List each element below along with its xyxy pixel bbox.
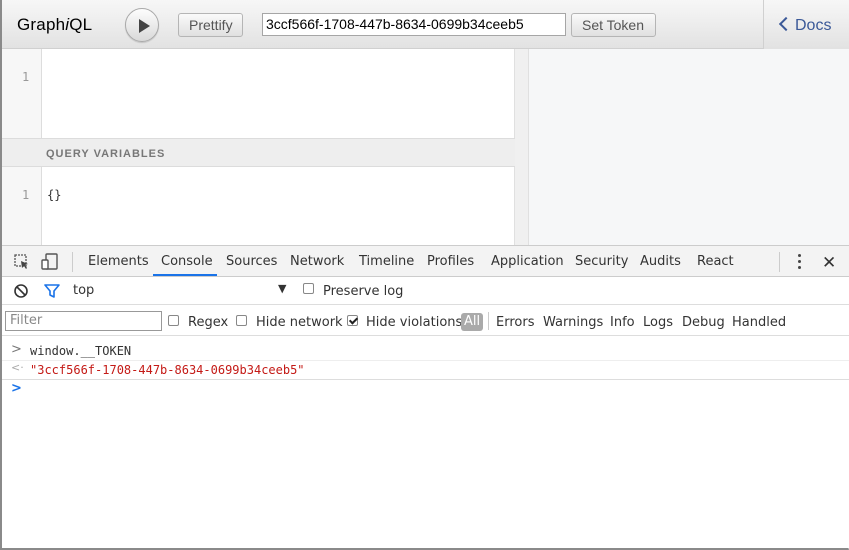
level-warnings[interactable]: Warnings [543,315,603,330]
tab-separator [779,252,780,272]
tab-sources[interactable]: Sources [226,254,277,269]
level-handled[interactable]: Handled [732,315,786,330]
result-pane [529,49,849,245]
variables-gutter: 1 [2,167,42,245]
hide-network-label: Hide network [256,315,343,330]
graphiql-logo: GraphiQL [17,15,93,34]
tab-profiles[interactable]: Profiles [427,254,474,269]
execute-query-button[interactable] [125,8,159,42]
docs-button[interactable]: Docs [763,0,849,49]
level-separator [488,312,489,330]
tab-application[interactable]: Application [491,254,564,269]
devtools-panel: Elements Console Sources Network Timelin… [2,245,849,548]
tab-react[interactable]: React [697,254,734,269]
level-all[interactable]: All [461,313,484,331]
regex-label: Regex [188,315,229,330]
preserve-log-label: Preserve log [323,284,404,299]
regex-checkbox[interactable] [168,315,179,326]
device-toolbar-icon[interactable] [41,253,59,271]
variables-editor-text[interactable]: {} [47,188,61,202]
result-arrow-icon: <· [11,361,24,374]
input-prompt-icon: > [11,342,22,357]
filter-icon[interactable] [44,283,60,299]
graphiql-toolbar: GraphiQL Prettify 3ccf566f-1708-447b-863… [2,0,849,49]
clear-console-icon[interactable] [13,283,29,299]
query-variables-header[interactable]: QUERY VARIABLES [2,138,515,167]
devtools-tabbar: Elements Console Sources Network Timelin… [2,246,849,277]
tab-audits[interactable]: Audits [640,254,681,269]
tab-timeline[interactable]: Timeline [359,254,414,269]
console-filter-input[interactable]: Filter [5,311,162,331]
query-variables-title: QUERY VARIABLES [46,148,166,160]
console-input-entry: > window.__TOKEN [2,341,849,361]
line-number: 1 [22,70,30,84]
query-editor[interactable]: 1 QUERY VARIABLES 1 {} [2,49,515,245]
prettify-button[interactable]: Prettify [178,13,243,37]
preserve-log-checkbox[interactable] [303,283,314,294]
tab-security[interactable]: Security [575,254,628,269]
level-debug[interactable]: Debug [682,315,725,330]
editor-drag-bar[interactable] [515,49,529,245]
token-input[interactable]: 3ccf566f-1708-447b-8634-0699b34ceeb5 [262,13,566,36]
level-logs[interactable]: Logs [643,315,673,330]
console-toolbar: top ▼ Preserve log [2,277,849,305]
tab-console[interactable]: Console [161,254,213,269]
level-errors[interactable]: Errors [496,315,534,330]
docs-label: Docs [795,17,832,34]
console-result-text[interactable]: "3ccf566f-1708-447b-8634-0699b34ceeb5" [30,363,305,377]
tab-separator [72,252,73,272]
context-dropdown-arrow-icon[interactable]: ▼ [278,282,286,295]
active-prompt-icon: > [11,381,22,396]
more-options-icon[interactable] [798,254,802,270]
context-selector[interactable]: top [73,283,94,298]
tab-elements[interactable]: Elements [88,254,149,269]
hide-violations-checkbox[interactable] [347,315,358,326]
hide-violations-label: Hide violations [366,315,463,330]
chevron-left-icon [778,16,794,32]
console-prompt[interactable]: > [2,380,849,400]
hide-network-checkbox[interactable] [236,315,247,326]
console-filter-bar: Filter Regex Hide network Hide violation… [2,305,849,336]
level-info[interactable]: Info [610,315,635,330]
console-result-entry: <· "3ccf566f-1708-447b-8634-0699b34ceeb5… [2,360,849,380]
tab-network[interactable]: Network [290,254,344,269]
active-tab-indicator [153,274,217,276]
inspect-element-icon[interactable] [13,253,31,271]
line-number: 1 [22,188,30,202]
play-icon [139,19,150,33]
console-input-text: window.__TOKEN [30,344,132,358]
query-gutter: 1 [2,49,42,138]
close-icon[interactable]: ✕ [822,253,836,273]
set-token-button[interactable]: Set Token [571,13,656,37]
